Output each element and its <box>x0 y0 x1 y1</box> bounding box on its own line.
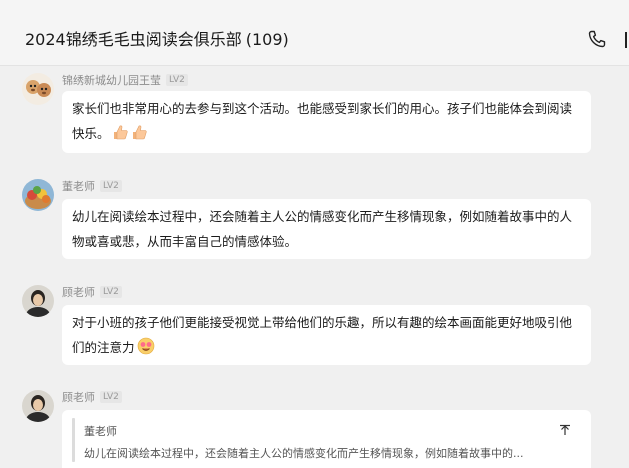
avatar[interactable] <box>22 390 54 422</box>
thumbs-up-emoji <box>112 124 129 149</box>
avatar[interactable] <box>22 73 54 105</box>
level-badge: LV2 <box>100 180 122 192</box>
member-count: (109) <box>245 30 289 49</box>
sender-name[interactable]: 顾老师 <box>62 284 95 300</box>
collapse-icon[interactable] <box>559 419 571 435</box>
level-badge: LV2 <box>100 391 122 403</box>
quote-bar <box>72 418 75 462</box>
group-name: 2024锦绣毛毛虫阅读会俱乐部 <box>25 30 242 49</box>
phone-icon[interactable] <box>587 29 607 49</box>
chat-title: 2024锦绣毛毛虫阅读会俱乐部 (109) <box>25 30 289 50</box>
chat-header: 2024锦绣毛毛虫阅读会俱乐部 (109) <box>0 0 629 66</box>
avatar[interactable] <box>22 179 54 211</box>
message-bubble[interactable]: 家长们也非常用心的去参与到这个活动。也能感受到家长们的用心。孩子们也能体会到阅读… <box>62 91 591 153</box>
sender-name[interactable]: 顾老师 <box>62 389 95 405</box>
sender-row: 顾老师 LV2 <box>62 389 122 405</box>
message-bubble[interactable]: 幼儿在阅读绘本过程中，还会随着主人公的情感变化而产生移情现象，例如随着故事中的人… <box>62 199 591 259</box>
chat-window: 2024锦绣毛毛虫阅读会俱乐部 (109) 锦绣新城幼儿园王莹 LV2 家长们也… <box>0 0 629 468</box>
sender-row: 董老师 LV2 <box>62 178 122 194</box>
thumbs-up-emoji <box>131 124 148 149</box>
sender-row: 顾老师 LV2 <box>62 284 122 300</box>
sender-row: 锦绣新城幼儿园王莹 LV2 <box>62 72 188 88</box>
sender-name[interactable]: 董老师 <box>62 178 95 194</box>
sender-name[interactable]: 锦绣新城幼儿园王莹 <box>62 72 161 88</box>
message-list: 锦绣新城幼儿园王莹 LV2 家长们也非常用心的去参与到这个活动。也能感受到家长们… <box>0 67 629 468</box>
quote-text: 幼儿在阅读绘本过程中，还会随着主人公的情感变化而产生移情现象，例如随着故事中的.… <box>84 447 524 460</box>
message-bubble[interactable]: 对于小班的孩子他们更能接受视觉上带给他们的乐趣，所以有趣的绘本画面能更好地吸引他… <box>62 305 591 365</box>
more-vertical-icon[interactable] <box>624 32 629 48</box>
level-badge: LV2 <box>166 74 188 86</box>
level-badge: LV2 <box>100 286 122 298</box>
star-eyes-emoji <box>137 337 155 363</box>
avatar[interactable] <box>22 285 54 317</box>
message-text: 幼儿在阅读绘本过程中，还会随着主人公的情感变化而产生移情现象，例如随着故事中的人… <box>72 209 573 249</box>
quote-bubble[interactable]: 董老师 幼儿在阅读绘本过程中，还会随着主人公的情感变化而产生移情现象，例如随着故… <box>62 410 591 468</box>
